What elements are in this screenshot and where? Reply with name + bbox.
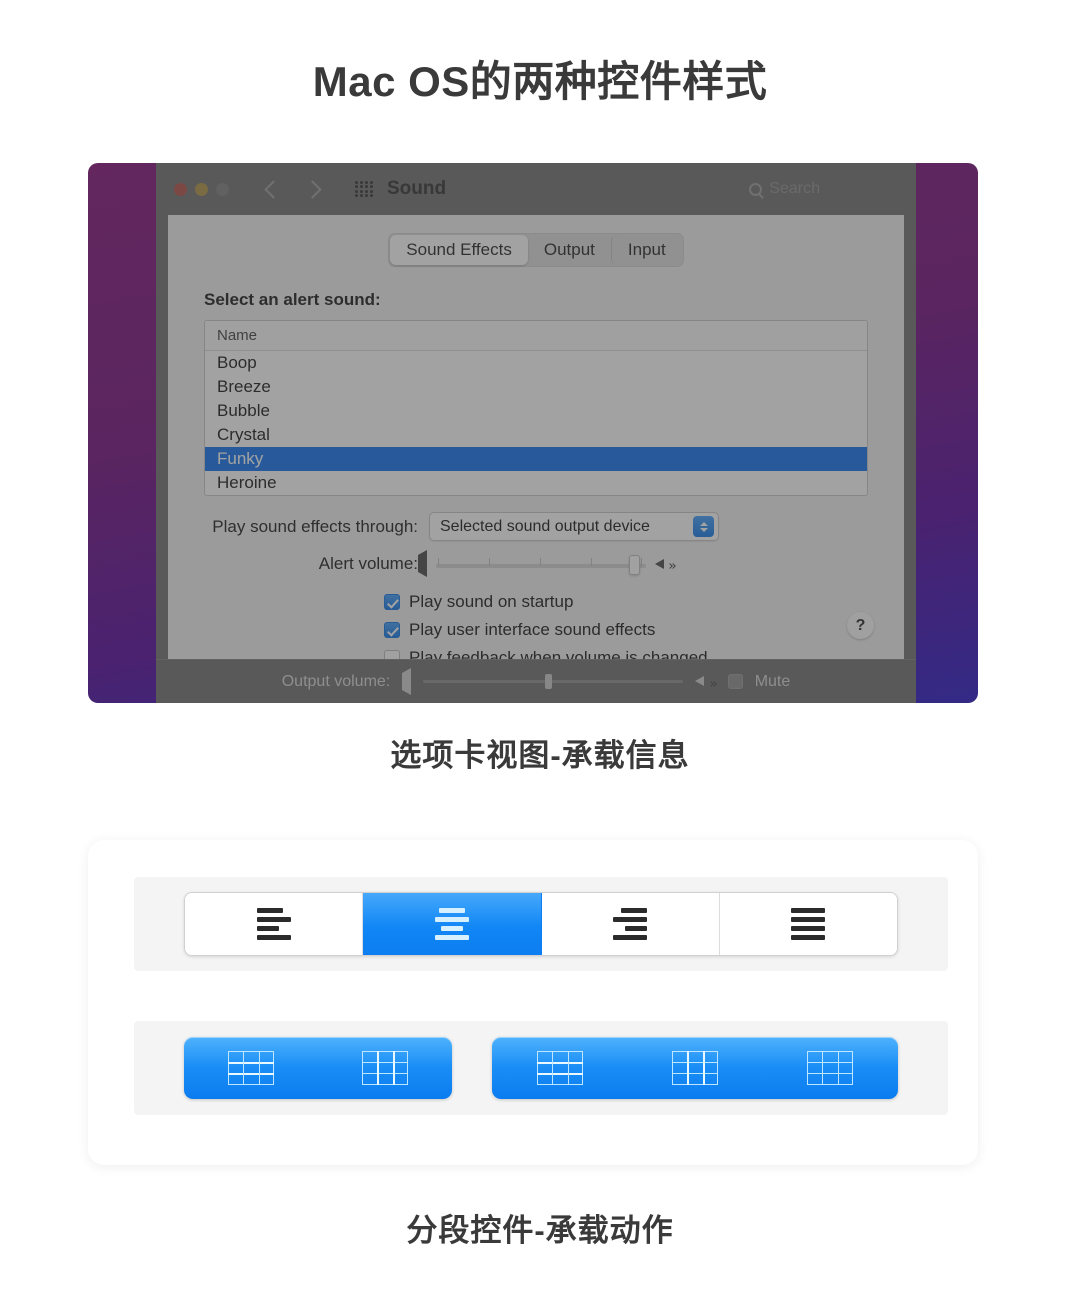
output-volume-label: Output volume:: [281, 672, 391, 690]
list-item[interactable]: Crystal: [205, 423, 867, 447]
checkbox-unchecked-icon[interactable]: [384, 650, 400, 659]
segment-table-row-highlight[interactable]: [184, 1037, 318, 1099]
table-row-highlight-icon: [536, 1051, 583, 1085]
mac-screenshot: Sound Search Sound Effects Output Input …: [88, 163, 978, 703]
slider-thumb[interactable]: [545, 674, 553, 689]
segment-table-plain[interactable]: [763, 1037, 898, 1099]
checkbox-checked-icon[interactable]: [384, 622, 400, 639]
search-placeholder: Search: [769, 180, 820, 197]
mute-checkbox[interactable]: [727, 674, 743, 689]
chevron-right-icon[interactable]: [303, 179, 322, 199]
slider-tick: [591, 558, 592, 567]
output-device-dropdown[interactable]: Selected sound output device: [429, 512, 719, 542]
checkbox-label: Play sound on startup: [409, 592, 574, 612]
checkbox-label: Play user interface sound effects: [409, 620, 656, 640]
output-volume-bar: Output volume: Mute: [156, 659, 916, 703]
minimize-button[interactable]: [195, 182, 208, 196]
speaker-loud-icon: [695, 673, 717, 691]
slider-tick: [489, 558, 490, 567]
grid-dots-icon[interactable]: [355, 181, 373, 197]
slider-tick: [438, 558, 439, 567]
tab-sound-effects[interactable]: Sound Effects: [390, 235, 528, 266]
traffic-lights: [174, 182, 229, 196]
chevron-left-icon[interactable]: [264, 179, 283, 199]
segment-table-column-highlight[interactable]: [627, 1037, 762, 1099]
grid-panel: [134, 1021, 948, 1115]
tab-bar: Sound Effects Output Input: [168, 233, 904, 268]
checkbox-checked-icon[interactable]: [384, 594, 400, 611]
alignment-segmented-control[interactable]: [184, 892, 898, 956]
speaker-quiet-icon: [418, 550, 427, 578]
grid-segmented-control-three[interactable]: [492, 1037, 898, 1099]
mute-label: Mute: [754, 672, 791, 690]
help-button[interactable]: ?: [847, 612, 874, 639]
window-toolbar: Sound Search: [156, 163, 916, 215]
chevron-up-down-icon: [693, 516, 714, 538]
table-column-highlight-icon: [362, 1051, 408, 1085]
list-item[interactable]: Heroine: [205, 471, 867, 495]
output-device-row: Play sound effects through: Selected sou…: [204, 512, 868, 542]
table-row-highlight-icon: [228, 1051, 274, 1085]
output-device-label: Play sound effects through:: [212, 516, 418, 536]
list-item[interactable]: Boop: [205, 351, 867, 375]
output-device-value: Selected sound output device: [440, 517, 650, 535]
alert-volume-slider[interactable]: [436, 553, 646, 576]
segment-align-justify[interactable]: [719, 893, 897, 955]
checkbox-play-feedback-volume[interactable]: Play feedback when volume is changed: [384, 648, 904, 659]
preference-pane: Sound Effects Output Input Select an ale…: [168, 215, 904, 659]
poster-root: Mac OS的两种控件样式 Sound Search Sound Effects…: [0, 0, 1080, 1294]
checkbox-play-ui-sound-effects[interactable]: Play user interface sound effects: [384, 620, 904, 640]
slider-thumb[interactable]: [629, 555, 640, 576]
window-title: Sound: [387, 178, 447, 199]
alert-volume-label: Alert volume:: [318, 554, 418, 574]
align-right-icon: [613, 908, 648, 940]
sound-preferences-window: Sound Search Sound Effects Output Input …: [156, 163, 916, 703]
alert-volume-row: Alert volume:: [204, 550, 868, 578]
tab-input[interactable]: Input: [610, 235, 682, 266]
align-justify-icon: [791, 908, 826, 940]
caption-segmented-control: 分段控件-承载动作: [406, 1213, 674, 1248]
checkbox-play-sound-on-startup[interactable]: Play sound on startup: [384, 592, 904, 612]
search-field[interactable]: Search: [749, 180, 820, 198]
page-title: Mac OS的两种控件样式: [312, 58, 768, 105]
segment-align-center[interactable]: [363, 893, 542, 955]
alignment-panel: [134, 877, 948, 971]
align-center-icon: [434, 908, 469, 940]
select-alert-sound-label: Select an alert sound:: [204, 290, 381, 310]
output-volume-slider[interactable]: [423, 674, 684, 689]
list-item-selected[interactable]: Funky: [205, 447, 867, 472]
tab-output[interactable]: Output: [528, 235, 611, 265]
list-column-header-name: Name: [205, 321, 867, 352]
checkbox-label: Play feedback when volume is changed: [409, 648, 708, 659]
caption-tab-view: 选项卡视图-承载信息: [390, 738, 690, 773]
segmented-controls-card: [88, 840, 978, 1165]
segment-align-left[interactable]: [185, 893, 364, 955]
list-item[interactable]: Breeze: [205, 375, 867, 399]
segment-table-row-highlight[interactable]: [492, 1037, 627, 1099]
sound-waves-icon: [707, 680, 717, 687]
tab-group: Sound Effects Output Input: [388, 233, 684, 268]
grid-segmented-control-two[interactable]: [184, 1037, 452, 1099]
list-item[interactable]: Bubble: [205, 399, 867, 423]
align-left-icon: [256, 908, 291, 940]
speaker-quiet-icon: [402, 667, 412, 695]
sound-waves-icon: [667, 563, 677, 570]
slider-track: [436, 564, 646, 569]
zoom-button: [216, 182, 229, 196]
segment-table-column-highlight[interactable]: [318, 1037, 452, 1099]
alert-sound-list[interactable]: Name Boop Breeze Bubble Crystal Funky He…: [204, 320, 868, 497]
segment-align-right[interactable]: [541, 893, 720, 955]
close-button[interactable]: [174, 182, 187, 196]
search-icon: [749, 182, 763, 196]
table-plain-icon: [807, 1051, 854, 1085]
slider-tick: [540, 558, 541, 567]
navigation-arrows: [264, 179, 322, 199]
table-column-highlight-icon: [671, 1051, 718, 1085]
speaker-loud-icon: [655, 555, 677, 573]
checkbox-group: Play sound on startup Play user interfac…: [384, 592, 904, 659]
slider-tick: [641, 558, 642, 567]
